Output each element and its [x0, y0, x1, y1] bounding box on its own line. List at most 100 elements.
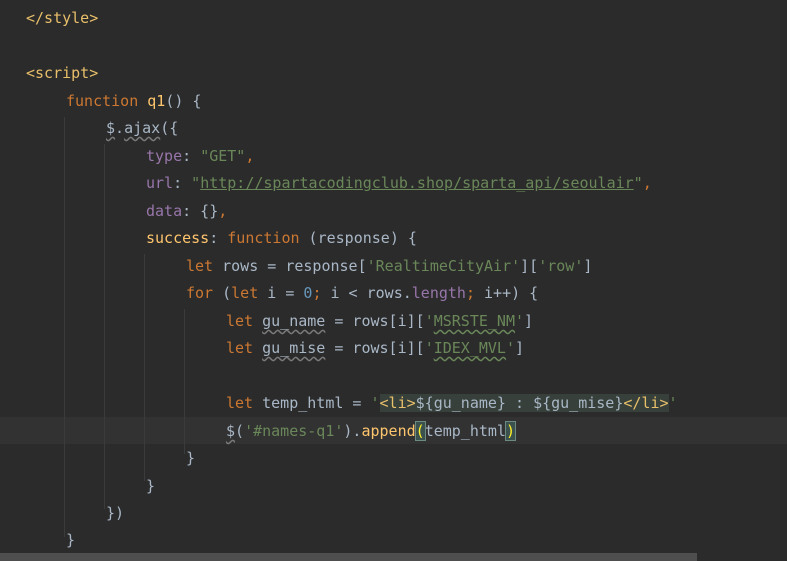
- code-text: ]: [515, 339, 525, 357]
- code-text: ][: [520, 257, 539, 275]
- keyword-function: function: [66, 92, 139, 110]
- comma: ,: [245, 147, 255, 165]
- code-line-6[interactable]: type: "GET",: [146, 143, 254, 170]
- comma: ,: [218, 202, 228, 220]
- indent-guide: [144, 254, 145, 481]
- append-method: append: [361, 422, 416, 440]
- keyword-let: let: [186, 257, 214, 275]
- code-line-7[interactable]: url: "http://spartacodingclub.shop/spart…: [146, 170, 652, 197]
- code-line-12[interactable]: let gu_name = rows[i]['MSRSTE_NM']: [226, 308, 533, 335]
- code-line-19[interactable]: }): [106, 500, 124, 527]
- script-open-tag: <script>: [26, 64, 99, 82]
- code-text: ).: [343, 422, 362, 440]
- indent-guide: [64, 117, 65, 537]
- code-text: .: [115, 119, 125, 137]
- code-line-5[interactable]: $.ajax({: [106, 115, 178, 142]
- code-text: rows = response[: [213, 257, 367, 275]
- code-line-4[interactable]: function q1() {: [66, 88, 201, 115]
- code-text: ]: [583, 257, 593, 275]
- keyword-let: let: [226, 394, 254, 412]
- property-key: type: [146, 147, 183, 165]
- keyword-let: let: [226, 339, 254, 357]
- string-literal: IDEX_MVL: [433, 339, 506, 357]
- code-text: temp_html =: [253, 394, 371, 412]
- code-line-11[interactable]: for (let i = 0; i < rows.length; i++) {: [186, 280, 538, 307]
- string-literal: "GET": [200, 147, 246, 165]
- code-line-9[interactable]: success: function (response) {: [146, 225, 417, 252]
- code-text: () {: [165, 92, 202, 110]
- string-literal: 'row': [538, 257, 584, 275]
- string-literal: MSRSTE_NM: [433, 312, 515, 330]
- code-text: ({: [160, 119, 179, 137]
- code-line-20[interactable]: }: [66, 527, 75, 554]
- keyword-function: function: [227, 229, 300, 247]
- indent-guide: [104, 144, 105, 509]
- code-text: :: [182, 147, 201, 165]
- code-editor[interactable]: </style> <script> function q1() { $.ajax…: [0, 0, 787, 561]
- indent-guide: [184, 309, 185, 454]
- code-text: }: [66, 531, 76, 549]
- code-text: }: [186, 449, 196, 467]
- style-close-tag: </style>: [26, 9, 99, 27]
- string-quote: ": [191, 174, 201, 192]
- li-open-tag: <li>: [379, 394, 416, 412]
- property-key: data: [146, 202, 183, 220]
- keyword-let: let: [231, 284, 259, 302]
- length-property: length: [411, 284, 466, 302]
- matched-paren-open: (: [414, 421, 426, 441]
- property-key: url: [146, 174, 174, 192]
- horizontal-scrollbar[interactable]: [0, 553, 697, 561]
- keyword-for: for: [186, 284, 214, 302]
- function-name: q1: [147, 92, 166, 110]
- keyword-let: let: [226, 312, 254, 330]
- jquery-dollar: $: [106, 119, 116, 137]
- code-text: :: [505, 394, 534, 412]
- code-line-8[interactable]: data: {},: [146, 198, 227, 225]
- template-expression: ${gu_mise}: [533, 394, 624, 412]
- code-text: }: [146, 477, 156, 495]
- code-text: i =: [258, 284, 304, 302]
- semicolon: ;: [465, 284, 475, 302]
- code-line-15[interactable]: let temp_html = '<li>${gu_name} : ${gu_m…: [226, 390, 678, 417]
- code-line-18[interactable]: }: [146, 473, 155, 500]
- code-text: :: [209, 229, 228, 247]
- code-text: : {}: [182, 202, 219, 220]
- matched-paren-close: ): [504, 421, 517, 441]
- string-quote: ": [633, 174, 643, 192]
- code-text: (: [235, 422, 245, 440]
- comma: ,: [642, 174, 652, 192]
- string-quote: ': [424, 339, 434, 357]
- code-text: (response) {: [299, 229, 417, 247]
- ajax-method: ajax: [124, 119, 161, 137]
- variable-gu-name: gu_name: [262, 312, 326, 330]
- code-text: i < rows.: [321, 284, 412, 302]
- code-line-1[interactable]: </style>: [26, 5, 98, 32]
- string-literal: 'RealtimeCityAir': [366, 257, 521, 275]
- string-quote: ': [668, 394, 678, 412]
- code-text: :: [173, 174, 192, 192]
- code-text: = rows[i][: [325, 339, 425, 357]
- code-line-3[interactable]: <script>: [26, 60, 98, 87]
- code-line-10[interactable]: let rows = response['RealtimeCityAir']['…: [186, 253, 592, 280]
- code-text: ]: [524, 312, 534, 330]
- string-quote: ': [505, 339, 515, 357]
- code-line-17[interactable]: }: [186, 445, 195, 472]
- variable-gu-mise: gu_mise: [262, 339, 326, 357]
- string-literal: '#names-q1': [244, 422, 344, 440]
- code-text: (: [213, 284, 232, 302]
- code-text: temp_html: [424, 422, 506, 440]
- code-line-13[interactable]: let gu_mise = rows[i]['IDEX_MVL']: [226, 335, 524, 362]
- property-key-success: success: [146, 229, 210, 247]
- code-text: i++) {: [475, 284, 539, 302]
- code-text: = rows[i][: [325, 312, 425, 330]
- string-quote: ': [424, 312, 434, 330]
- jquery-dollar: $: [226, 422, 236, 440]
- code-text: }): [106, 504, 125, 522]
- string-quote: ': [515, 312, 525, 330]
- li-close-tag: </li>: [623, 394, 669, 412]
- string-quote: ': [370, 394, 380, 412]
- code-line-16[interactable]: $('#names-q1').append(temp_html): [226, 418, 517, 445]
- url-link[interactable]: http://spartacodingclub.shop/sparta_api/…: [200, 174, 633, 192]
